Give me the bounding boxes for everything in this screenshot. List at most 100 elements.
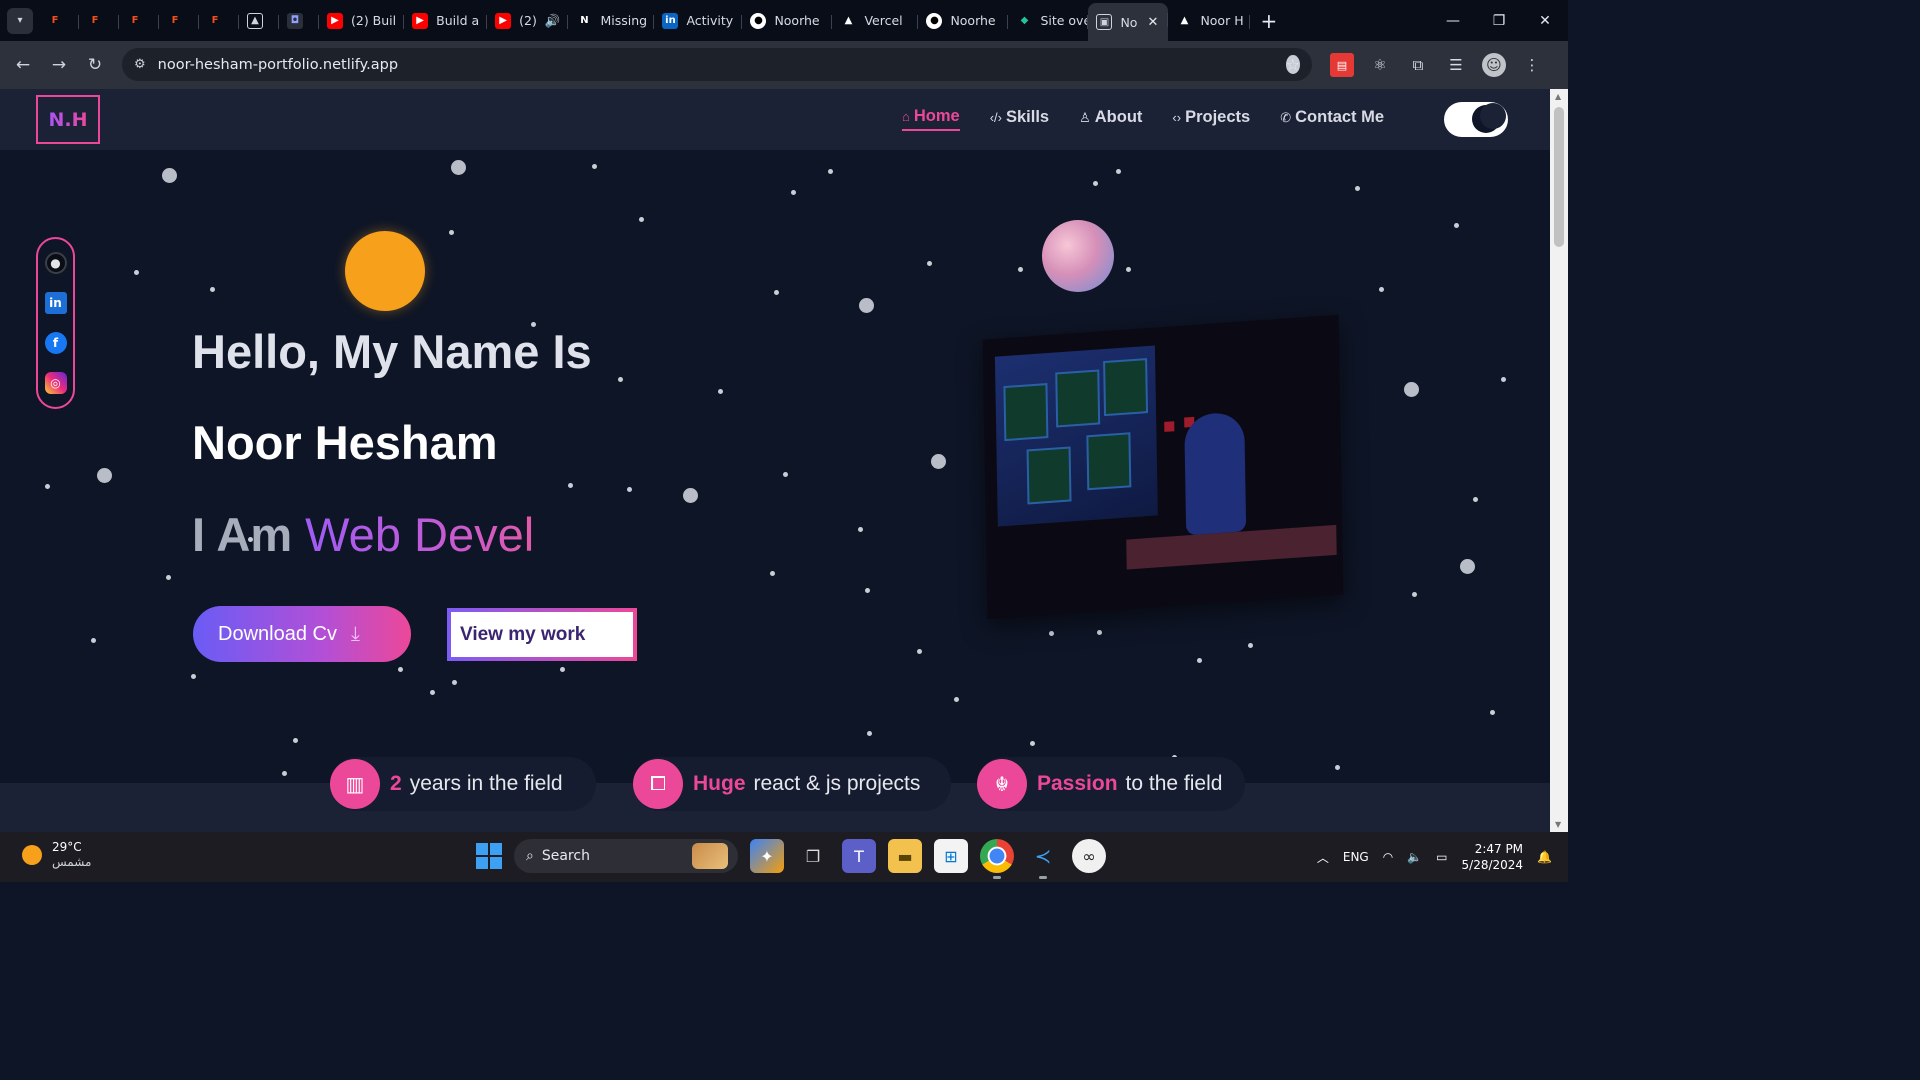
tab[interactable]: ▶ Build a xyxy=(404,5,488,37)
figma-icon: F xyxy=(171,15,179,26)
scroll-up-icon[interactable]: ▲ xyxy=(1555,92,1561,101)
new-tab-button[interactable]: + xyxy=(1260,9,1277,33)
tab[interactable]: F xyxy=(199,5,239,37)
hero-role: I Am Web Devel xyxy=(192,507,534,562)
tab-search-button[interactable]: ▾ xyxy=(7,7,33,34)
language-indicator[interactable]: ENG xyxy=(1343,850,1369,864)
nav-label: About xyxy=(1094,108,1143,126)
page-scrollbar[interactable]: ▲ ▼ xyxy=(1550,89,1568,832)
brackets-icon: ‹› xyxy=(1172,110,1182,125)
star-dot xyxy=(292,737,298,743)
clock[interactable]: 2:47 PM 5/28/2024 xyxy=(1462,841,1524,873)
scroll-down-icon[interactable]: ▼ xyxy=(1555,820,1561,829)
tab[interactable]: ▶ (2) Buil xyxy=(319,5,405,37)
hero-illustration xyxy=(982,314,1344,620)
profile-avatar[interactable]: ☺ xyxy=(1482,53,1506,77)
chrome-icon[interactable] xyxy=(980,839,1014,879)
taskbar-search[interactable]: ⌕ Search xyxy=(514,839,738,873)
tab[interactable]: in Activity xyxy=(654,5,743,37)
planet-decoration xyxy=(1042,220,1114,292)
nav-contact[interactable]: ✆ Contact Me xyxy=(1280,107,1384,131)
star-dot xyxy=(1472,496,1478,502)
linkedin-icon[interactable]: in xyxy=(44,292,67,314)
nav-projects[interactable]: ‹› Projects xyxy=(1172,107,1250,131)
star-dot xyxy=(1403,381,1419,397)
tab[interactable]: ▲ Noor H xyxy=(1168,5,1251,37)
extensions-puzzle-icon[interactable]: ⧉ xyxy=(1406,53,1430,77)
chevron-up-icon[interactable]: ︿ xyxy=(1317,849,1329,866)
tab[interactable]: ▲ xyxy=(239,5,279,37)
url-text[interactable]: noor-hesham-portfolio.netlify.app xyxy=(158,57,398,73)
notification-bell-icon[interactable]: 🔔 xyxy=(1537,850,1552,864)
star-dot xyxy=(451,679,457,685)
close-icon[interactable]: ✕ xyxy=(1147,15,1158,30)
tab-label: (2) Buil xyxy=(351,13,397,28)
site-logo[interactable]: N.H xyxy=(36,95,100,144)
tab[interactable]: F xyxy=(39,5,79,37)
tab[interactable]: ● Noorhe xyxy=(918,5,1009,37)
nav-skills[interactable]: ‹/› Skills xyxy=(990,107,1049,131)
wifi-icon[interactable]: ◠ xyxy=(1383,850,1393,864)
weather-widget[interactable]: 29°C مشمس xyxy=(22,840,91,870)
microsoft-store-icon[interactable]: ⊞ xyxy=(934,839,968,873)
site-info-icon[interactable]: ⚙ xyxy=(134,57,146,72)
forward-button[interactable]: → xyxy=(41,55,77,75)
theme-toggle[interactable] xyxy=(1444,102,1508,137)
url-field[interactable]: ⚙ noor-hesham-portfolio.netlify.app ☆ xyxy=(122,48,1312,81)
batman-figure xyxy=(1184,411,1247,536)
home-icon: ⌂ xyxy=(902,109,910,124)
windows-start-icon[interactable] xyxy=(476,843,502,869)
code-window-icon: ⧠ xyxy=(633,759,683,809)
site-header: N.H ⌂ Home ‹/› Skills ♙ About ‹› Projects ✆ C… xyxy=(0,89,1550,150)
notion-icon: N xyxy=(580,15,589,26)
tab[interactable]: F xyxy=(79,5,119,37)
minimize-icon[interactable]: — xyxy=(1430,13,1476,29)
tab[interactable]: ◘ xyxy=(279,5,319,37)
task-view-icon[interactable]: ❐ xyxy=(796,839,830,873)
app-icon[interactable]: ∞ xyxy=(1072,839,1106,873)
nav-label: Skills xyxy=(1005,108,1050,126)
bookmark-star-icon[interactable]: ☆ xyxy=(1285,55,1300,74)
vercel-icon: ▲ xyxy=(1180,15,1189,26)
moon-icon xyxy=(1472,103,1506,133)
scroll-thumb[interactable] xyxy=(1554,107,1564,247)
browser-menu-icon[interactable]: ⋮ xyxy=(1520,53,1544,77)
window-controls: — ❐ ✕ xyxy=(1430,0,1568,41)
instagram-icon[interactable]: ◎ xyxy=(44,372,67,394)
tab[interactable]: N Missing xyxy=(568,5,655,37)
extension-red-icon[interactable]: ▤ xyxy=(1330,53,1354,77)
star-dot xyxy=(782,471,788,477)
tab[interactable]: F xyxy=(159,5,199,37)
teams-icon[interactable]: T xyxy=(842,839,876,873)
tab[interactable]: ▲ Vercel xyxy=(832,5,919,37)
star-dot xyxy=(858,297,874,313)
tab[interactable]: F xyxy=(119,5,159,37)
reading-list-icon[interactable]: ☰ xyxy=(1444,53,1468,77)
speaker-icon[interactable]: 🔊 xyxy=(545,13,561,29)
reload-button[interactable]: ↻ xyxy=(77,55,113,75)
file-explorer-icon[interactable]: ▬ xyxy=(888,839,922,873)
restore-icon[interactable]: ❐ xyxy=(1476,13,1522,29)
copilot-icon[interactable]: ✦ xyxy=(750,839,784,873)
react-devtools-icon[interactable]: ⚛ xyxy=(1368,53,1392,77)
tab[interactable]: ◆ Site ove xyxy=(1008,5,1089,37)
nav-home[interactable]: ⌂ Home xyxy=(902,107,960,131)
tab-active[interactable]: ▣ No ✕ xyxy=(1088,3,1169,41)
facebook-icon[interactable]: f xyxy=(44,332,67,354)
view-work-button[interactable]: View my work xyxy=(447,608,637,661)
tab-label: Vercel xyxy=(864,13,903,28)
github-icon[interactable]: ● xyxy=(44,252,67,274)
nav-about[interactable]: ♙ About xyxy=(1079,107,1142,131)
tab[interactable]: ● Noorhe xyxy=(742,5,833,37)
window-close-icon[interactable]: ✕ xyxy=(1522,13,1568,29)
battery-icon[interactable]: ▭ xyxy=(1436,850,1447,864)
vscode-icon[interactable]: ≺ xyxy=(1026,839,1060,879)
star-dot xyxy=(1017,266,1023,272)
tab[interactable]: ▶ (2) 🔊 xyxy=(487,5,569,37)
volume-icon[interactable]: 🔈 xyxy=(1407,850,1422,864)
clock-date: 5/28/2024 xyxy=(1461,858,1524,872)
role-typed: Web Devel xyxy=(305,508,535,561)
nav-label: Contact Me xyxy=(1295,108,1385,126)
download-cv-button[interactable]: Download Cv ⤓ xyxy=(193,606,411,662)
back-button[interactable]: ← xyxy=(5,55,41,75)
